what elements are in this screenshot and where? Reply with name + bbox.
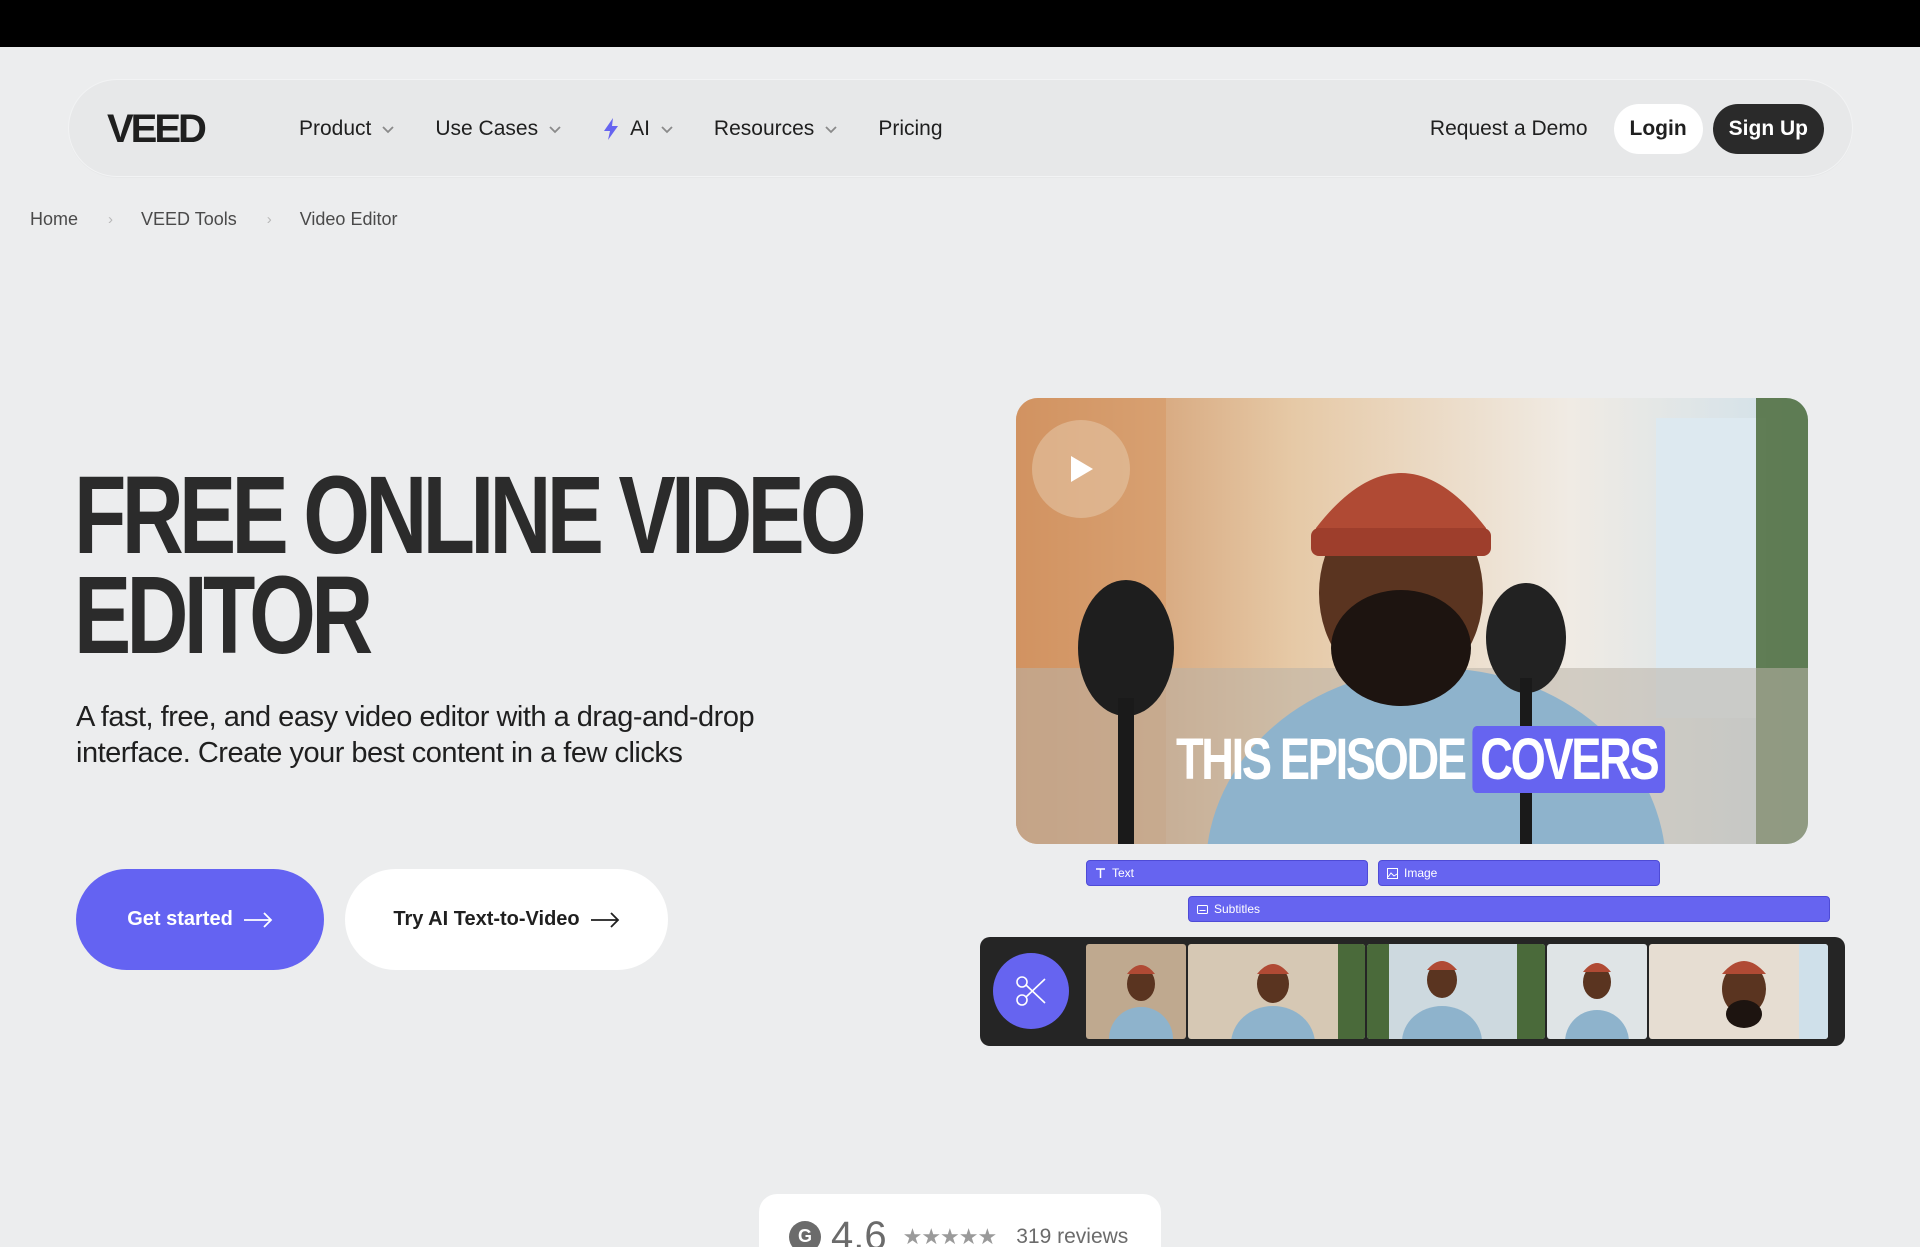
nav-pricing-label: Pricing xyxy=(878,117,943,140)
chevron-down-icon xyxy=(549,126,561,134)
star-rating: ★★★★★ xyxy=(902,1223,998,1247)
top-black-bar xyxy=(0,0,1920,47)
chevron-right-icon: › xyxy=(266,211,272,228)
lightning-bolt-icon xyxy=(604,118,619,140)
chevron-down-icon xyxy=(661,126,673,134)
review-count: 319 reviews xyxy=(1016,1224,1129,1247)
nav-resources[interactable]: Resources xyxy=(714,117,838,141)
video-timeline xyxy=(980,937,1845,1046)
rating-score: 4.6 xyxy=(831,1214,887,1247)
g2-logo-icon: G xyxy=(789,1220,821,1247)
main-navbar: VEED Product Use Cases AI Resources Pric… xyxy=(68,79,1853,177)
subtitles-track[interactable]: Subtitles xyxy=(1188,896,1830,922)
video-thumbnail xyxy=(1086,944,1186,1039)
try-ai-label: Try AI Text-to-Video xyxy=(393,908,580,930)
text-icon xyxy=(1096,867,1105,878)
signup-button[interactable]: Sign Up xyxy=(1712,104,1824,154)
arrow-right-icon xyxy=(590,911,619,928)
chevron-right-icon: › xyxy=(108,211,114,228)
text-track[interactable]: Text xyxy=(1086,860,1368,886)
nav-ai[interactable]: AI xyxy=(602,117,674,141)
scissors-icon xyxy=(1016,976,1046,1006)
play-icon xyxy=(1071,456,1093,482)
video-thumbnail xyxy=(1187,944,1366,1039)
get-started-button[interactable]: Get started xyxy=(76,869,324,970)
veed-logo[interactable]: VEED xyxy=(107,109,257,147)
chevron-down-icon xyxy=(825,126,837,134)
image-track-label: Image xyxy=(1404,866,1438,880)
page-title: FREE ONLINE VIDEO EDITOR xyxy=(74,454,867,677)
nav-resources-label: Resources xyxy=(713,117,815,140)
arrow-right-icon xyxy=(243,911,273,928)
hero-subtitle: A fast, free, and easy video editor with… xyxy=(76,701,755,769)
try-ai-text-to-video-button[interactable]: Try AI Text-to-Video xyxy=(345,869,668,970)
svg-text:VEED: VEED xyxy=(107,109,206,147)
login-button[interactable]: Login xyxy=(1613,104,1703,154)
nav-ai-label: AI xyxy=(630,117,650,140)
video-caption: THIS EPISODE COVERS xyxy=(1176,726,1666,793)
title-line-1: FREE ONLINE VIDEO xyxy=(74,454,867,577)
video-preview[interactable]: THIS EPISODE COVERS xyxy=(1016,398,1808,844)
breadcrumb-home[interactable]: Home xyxy=(30,209,78,230)
nav-use-cases[interactable]: Use Cases xyxy=(435,117,562,141)
nav-product[interactable]: Product xyxy=(299,117,395,141)
nav-use-cases-label: Use Cases xyxy=(435,117,539,140)
text-track-label: Text xyxy=(1112,866,1135,880)
image-icon xyxy=(1387,867,1398,879)
breadcrumb-veed-tools[interactable]: VEED Tools xyxy=(141,209,237,230)
play-button[interactable] xyxy=(1032,420,1130,518)
get-started-label: Get started xyxy=(127,908,233,930)
title-line-2: EDITOR xyxy=(74,554,373,677)
rating-badge[interactable]: G 4.6 ★★★★★ 319 reviews xyxy=(759,1194,1161,1247)
caption-highlight: COVERS xyxy=(1472,726,1666,793)
breadcrumb-video-editor[interactable]: Video Editor xyxy=(300,209,398,230)
breadcrumb: Home › VEED Tools › Video Editor xyxy=(30,209,397,230)
caption-plain: THIS EPISODE xyxy=(1176,727,1467,792)
request-demo-link[interactable]: Request a Demo xyxy=(1430,117,1588,141)
video-thumbnail xyxy=(1367,944,1545,1039)
video-thumbnail xyxy=(1546,944,1647,1039)
video-thumbnail xyxy=(1648,944,1829,1039)
image-track[interactable]: Image xyxy=(1378,860,1660,886)
nav-pricing[interactable]: Pricing xyxy=(878,117,942,141)
nav-product-label: Product xyxy=(299,117,372,140)
subtitles-track-label: Subtitles xyxy=(1214,902,1261,916)
thumbnail-strip[interactable] xyxy=(1086,944,1830,1039)
split-button[interactable] xyxy=(993,953,1069,1029)
chevron-down-icon xyxy=(382,126,395,134)
subtitles-icon xyxy=(1197,904,1208,914)
